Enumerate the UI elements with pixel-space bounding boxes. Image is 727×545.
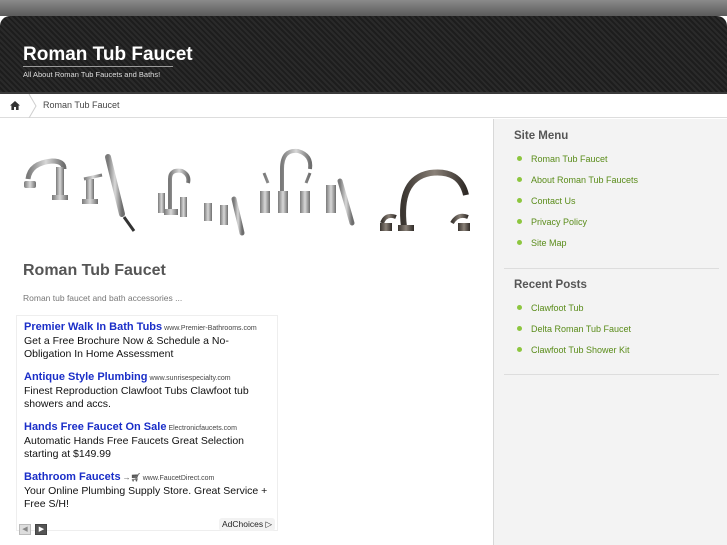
ad-item[interactable]: Antique Style Plumbing www.sunrisespecial… bbox=[24, 371, 276, 411]
ad-title-text[interactable]: Hands Free Faucet On Sale bbox=[24, 421, 166, 433]
cart-icon: →🛒︎ bbox=[122, 473, 141, 482]
adchoices-icon: ▷ bbox=[265, 519, 272, 529]
site-menu-link[interactable]: About Roman Tub Faucets bbox=[531, 175, 638, 185]
recent-posts-title: Recent Posts bbox=[514, 279, 587, 291]
bullet-icon bbox=[517, 347, 522, 352]
site-menu-item[interactable]: Contact Us bbox=[514, 196, 638, 217]
site-menu-item[interactable]: About Roman Tub Faucets bbox=[514, 175, 638, 196]
ad-title[interactable]: Bathroom Faucets →🛒︎ www.FaucetDirect.com bbox=[24, 471, 276, 483]
ad-unit: Premier Walk In Bath Tubs www.Premier-Bat… bbox=[16, 315, 278, 535]
site-menu-link[interactable]: Privacy Policy bbox=[531, 217, 587, 227]
chevron-right-icon[interactable]: ▶ bbox=[35, 524, 48, 535]
recent-post-item[interactable]: Delta Roman Tub Faucet bbox=[514, 324, 631, 345]
site-menu-title: Site Menu bbox=[514, 130, 569, 142]
recent-post-link[interactable]: Delta Roman Tub Faucet bbox=[531, 324, 631, 334]
post-excerpt: Roman tub faucet and bath accessories ..… bbox=[23, 293, 183, 303]
adchoices-button[interactable]: AdChoices ▷ bbox=[218, 518, 275, 531]
ad-url[interactable]: www.FaucetDirect.com bbox=[143, 475, 215, 482]
ad-title[interactable]: Hands Free Faucet On Sale Electronicfauce… bbox=[24, 421, 276, 433]
site-menu-item[interactable]: Roman Tub Faucet bbox=[514, 154, 638, 175]
chevron-left-icon[interactable]: ◀ bbox=[19, 524, 31, 535]
ad-item[interactable]: Hands Free Faucet On Sale Electronicfauce… bbox=[24, 421, 276, 461]
site-title[interactable]: Roman Tub Faucet bbox=[23, 44, 193, 66]
breadcrumb: Roman Tub Faucet bbox=[0, 92, 727, 118]
faucet-product-image bbox=[24, 148, 470, 236]
bullet-icon bbox=[517, 326, 522, 331]
bullet-icon bbox=[517, 177, 522, 182]
title-underline bbox=[23, 66, 173, 67]
adchoices-label[interactable]: AdChoices bbox=[222, 519, 263, 529]
sidebar: Site Menu Roman Tub Faucet About Roman T… bbox=[493, 119, 727, 545]
site-menu-link[interactable]: Roman Tub Faucet bbox=[531, 154, 608, 164]
site-menu-item[interactable]: Privacy Policy bbox=[514, 217, 638, 238]
recent-post-link[interactable]: Clawfoot Tub bbox=[531, 303, 584, 313]
breadcrumb-separator-icon bbox=[28, 94, 37, 118]
ad-title[interactable]: Premier Walk In Bath Tubs www.Premier-Bat… bbox=[24, 321, 276, 333]
bullet-icon bbox=[517, 219, 522, 224]
ad-url[interactable]: www.sunrisespecialty.com bbox=[149, 375, 230, 382]
ad-item[interactable]: Premier Walk In Bath Tubs www.Premier-Bat… bbox=[24, 321, 276, 361]
widget-divider bbox=[504, 268, 719, 269]
ad-title-text[interactable]: Premier Walk In Bath Tubs bbox=[24, 321, 162, 333]
bullet-icon bbox=[517, 156, 522, 161]
site-menu-list: Roman Tub Faucet About Roman Tub Faucets… bbox=[514, 154, 638, 259]
site-menu-link[interactable]: Contact Us bbox=[531, 196, 576, 206]
ad-title[interactable]: Antique Style Plumbing www.sunrisespecial… bbox=[24, 371, 276, 383]
ad-pager: ◀ ▶ bbox=[19, 518, 48, 535]
bullet-icon bbox=[517, 198, 522, 203]
ad-title-text[interactable]: Bathroom Faucets bbox=[24, 471, 121, 483]
site-menu-item[interactable]: Site Map bbox=[514, 238, 638, 259]
recent-post-item[interactable]: Clawfoot Tub Shower Kit bbox=[514, 345, 631, 366]
post-title[interactable]: Roman Tub Faucet bbox=[23, 262, 166, 280]
site-header: Roman Tub Faucet All About Roman Tub Fau… bbox=[0, 16, 727, 92]
ad-url[interactable]: www.Premier-Bathrooms.com bbox=[164, 325, 257, 332]
breadcrumb-current: Roman Tub Faucet bbox=[43, 100, 120, 110]
main-content: Roman Tub Faucet Roman tub faucet and ba… bbox=[0, 119, 493, 545]
ad-body: Automatic Hands Free Faucets Great Selec… bbox=[24, 435, 245, 460]
recent-post-item[interactable]: Clawfoot Tub bbox=[514, 303, 631, 324]
bullet-icon bbox=[517, 305, 522, 310]
recent-posts-list: Clawfoot Tub Delta Roman Tub Faucet Claw… bbox=[514, 303, 631, 366]
widget-divider bbox=[504, 374, 719, 375]
site-tagline: All About Roman Tub Faucets and Baths! bbox=[23, 70, 161, 79]
ad-item[interactable]: Bathroom Faucets →🛒︎ www.FaucetDirect.com … bbox=[24, 471, 276, 511]
ad-url[interactable]: Electronicfaucets.com bbox=[168, 425, 236, 432]
ad-body: Your Online Plumbing Supply Store. Great… bbox=[24, 485, 268, 510]
recent-post-link[interactable]: Clawfoot Tub Shower Kit bbox=[531, 345, 630, 355]
top-strip bbox=[0, 0, 727, 16]
breadcrumb-home[interactable] bbox=[0, 94, 30, 118]
ad-body: Finest Reproduction Clawfoot Tubs Clawfo… bbox=[24, 385, 249, 410]
ad-body: Get a Free Brochure Now & Schedule a No-… bbox=[24, 335, 229, 360]
site-menu-link[interactable]: Site Map bbox=[531, 238, 567, 248]
bullet-icon bbox=[517, 240, 522, 245]
ad-title-text[interactable]: Antique Style Plumbing bbox=[24, 371, 147, 383]
home-icon[interactable] bbox=[10, 101, 20, 110]
